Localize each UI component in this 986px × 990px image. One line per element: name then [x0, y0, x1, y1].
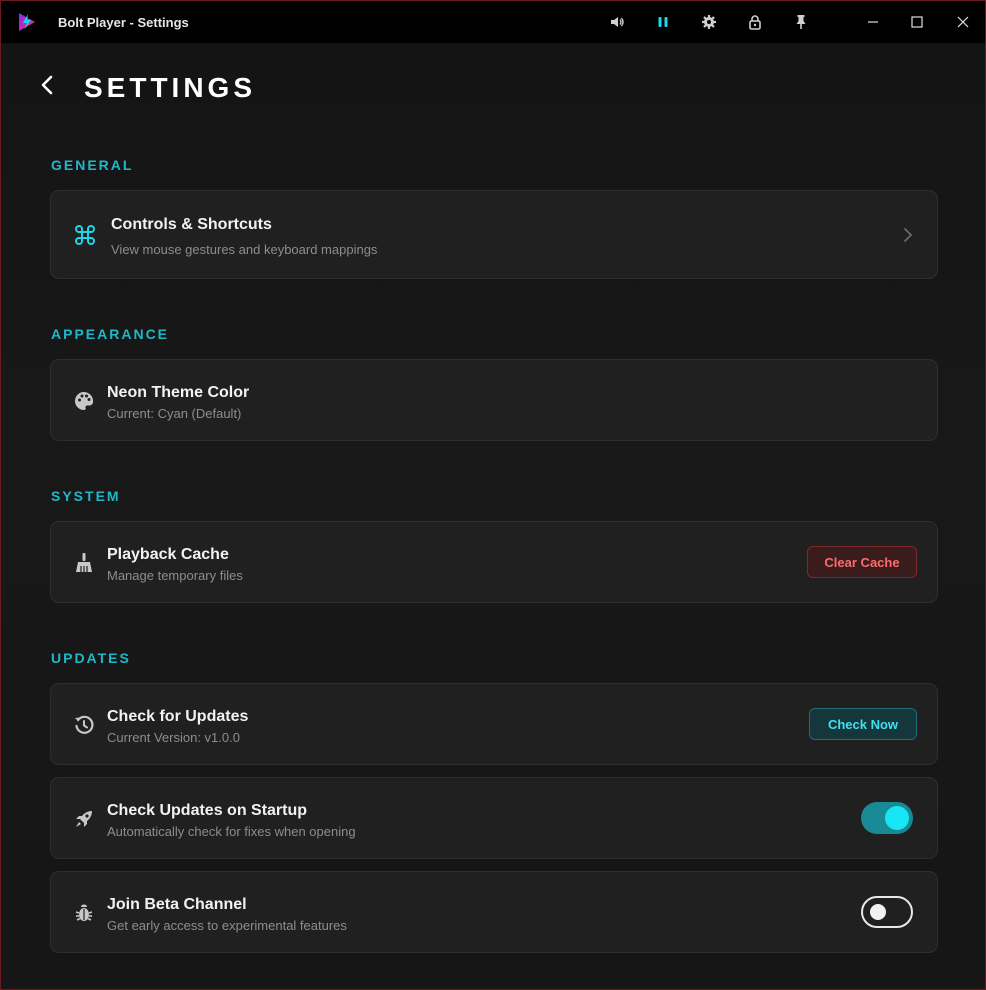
section-updates-label: UPDATES: [51, 650, 131, 666]
titlebar: Bolt Player - Settings: [1, 1, 985, 43]
pause-icon[interactable]: [653, 12, 673, 32]
controls-shortcuts-card[interactable]: Controls & Shortcuts View mouse gestures…: [50, 190, 938, 279]
check-now-button[interactable]: Check Now: [809, 708, 917, 740]
beta-subtitle: Get early access to experimental feature…: [107, 918, 347, 933]
back-button[interactable]: [35, 71, 59, 99]
section-general-label: GENERAL: [51, 157, 134, 173]
toggle-knob: [870, 904, 886, 920]
close-icon[interactable]: [951, 10, 975, 34]
back-arrow-icon: [41, 75, 53, 95]
check-updates-title: Check for Updates: [107, 708, 249, 725]
toggle-knob: [885, 806, 909, 830]
beta-title: Join Beta Channel: [107, 896, 247, 913]
startup-subtitle: Automatically check for fixes when openi…: [107, 824, 356, 839]
palette-icon: [72, 389, 96, 413]
app-window: Bolt Player - Settings SETTINGS GENERAL …: [0, 0, 986, 990]
theme-color-card[interactable]: Neon Theme Color Current: Cyan (Default): [50, 359, 938, 441]
startup-updates-toggle[interactable]: [861, 802, 913, 834]
section-system-label: SYSTEM: [51, 488, 121, 504]
cache-subtitle: Manage temporary files: [107, 568, 243, 583]
gear-icon[interactable]: [699, 12, 719, 32]
settings-content: SETTINGS GENERAL Controls & Shortcuts Vi…: [1, 43, 985, 989]
maximize-icon[interactable]: [905, 10, 929, 34]
playback-cache-card: Playback Cache Manage temporary files Cl…: [50, 521, 938, 603]
app-logo-icon: [16, 11, 38, 33]
controls-subtitle: View mouse gestures and keyboard mapping…: [111, 242, 378, 257]
check-updates-card: Check for Updates Current Version: v1.0.…: [50, 683, 938, 765]
minimize-icon[interactable]: [861, 10, 885, 34]
broom-icon: [72, 551, 96, 575]
startup-title: Check Updates on Startup: [107, 802, 308, 819]
beta-channel-card: Join Beta Channel Get early access to ex…: [50, 871, 938, 953]
command-icon: [73, 223, 97, 247]
bug-icon: [72, 901, 96, 925]
theme-title: Neon Theme Color: [107, 384, 250, 401]
history-icon: [72, 713, 96, 737]
page-title: SETTINGS: [84, 72, 257, 103]
window-title: Bolt Player - Settings: [58, 15, 189, 30]
check-updates-subtitle: Current Version: v1.0.0: [107, 730, 240, 745]
pin-icon[interactable]: [791, 12, 811, 32]
beta-channel-toggle[interactable]: [861, 896, 913, 928]
startup-updates-card: Check Updates on Startup Automatically c…: [50, 777, 938, 859]
controls-title: Controls & Shortcuts: [111, 216, 272, 233]
theme-subtitle: Current: Cyan (Default): [107, 406, 242, 421]
cache-title: Playback Cache: [107, 546, 229, 563]
volume-icon[interactable]: [607, 12, 627, 32]
clear-cache-button[interactable]: Clear Cache: [807, 546, 917, 578]
rocket-icon: [72, 807, 96, 831]
section-appearance-label: APPEARANCE: [51, 326, 170, 342]
lock-icon[interactable]: [745, 12, 765, 32]
chevron-right-icon: [901, 226, 915, 244]
